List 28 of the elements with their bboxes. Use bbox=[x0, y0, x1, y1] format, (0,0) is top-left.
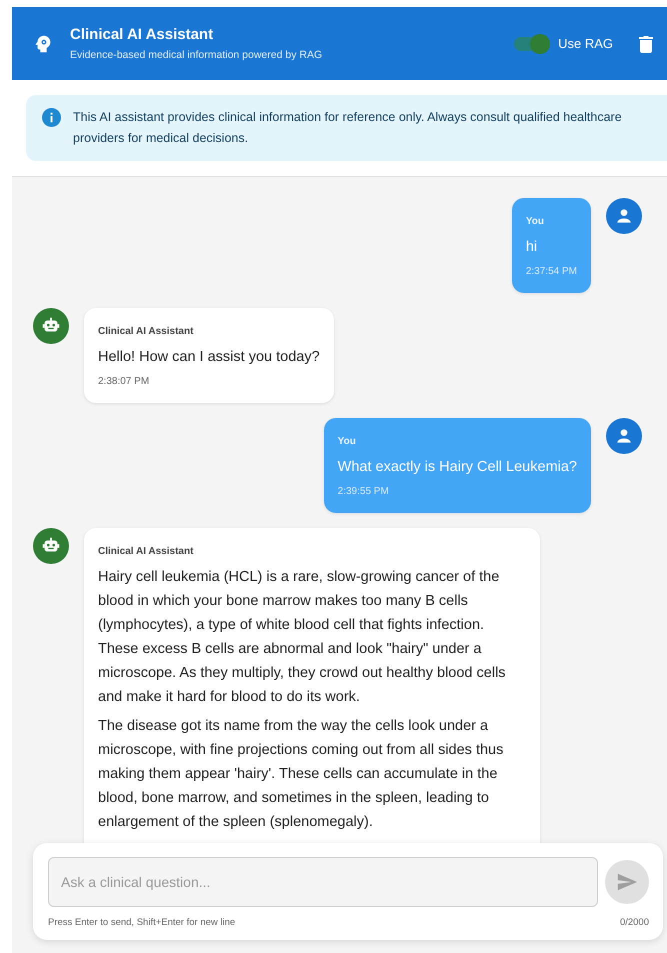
app-title: Clinical AI Assistant bbox=[70, 26, 214, 43]
rag-toggle[interactable] bbox=[514, 36, 548, 50]
user-avatar-icon bbox=[606, 198, 642, 234]
message-text: hi bbox=[526, 238, 538, 257]
send-icon bbox=[616, 871, 638, 893]
message-text: Hello! How can I assist you today? bbox=[98, 348, 320, 367]
message-time: 2:38:07 PM bbox=[98, 376, 150, 387]
message-text: The disease got its name from the way the cells look under a microscope, with fine projections coming out from all sides thus making them appear 'hairy'. These cells can accumulate in the blood, bone marrow, and sometimes in the spleen, leading to enlargement of the spleen (splenomegaly). bbox=[98, 717, 504, 832]
message-time: 2:39:55 PM bbox=[338, 486, 390, 497]
disclaimer-text: This AI assistant provides clinical information for reference only. Always consult qualified healthcare providers for medical decisions. bbox=[73, 109, 623, 147]
sender-name: You bbox=[526, 216, 545, 227]
question-input-field[interactable]: Ask a clinical question... bbox=[48, 857, 598, 907]
robot-avatar-icon bbox=[33, 308, 69, 344]
app-subtitle: Evidence-based medical information powered by RAG bbox=[70, 49, 324, 61]
character-counter: 0/2000 bbox=[620, 917, 649, 928]
robot-avatar-icon bbox=[33, 528, 69, 564]
input-hint: Press Enter to send, Shift+Enter for new line bbox=[48, 917, 236, 928]
rag-toggle-label: Use RAG bbox=[558, 36, 613, 51]
sender-name: Clinical AI Assistant bbox=[98, 326, 194, 337]
send-button[interactable] bbox=[605, 860, 649, 904]
message-text: Hairy cell leukemia (HCL) is a rare, slow-growing cancer of the blood in which your bone marrow makes too many B cells (lymphocytes), a type of white blood cell that fights infection. These excess B cells are abnormal and look "hairy" under a microscope. As they multiply, they crowd out healthy blood cells and make it hard for blood to do its work. bbox=[98, 568, 507, 707]
info-icon bbox=[42, 108, 61, 127]
user-avatar-icon bbox=[606, 418, 642, 454]
message-time: 2:37:54 PM bbox=[526, 266, 577, 277]
sender-name: Clinical AI Assistant bbox=[98, 546, 194, 557]
message-text: What exactly is Hairy Cell Leukemia? bbox=[338, 458, 577, 477]
trash-icon[interactable] bbox=[639, 34, 653, 52]
sender-name: You bbox=[338, 436, 357, 447]
